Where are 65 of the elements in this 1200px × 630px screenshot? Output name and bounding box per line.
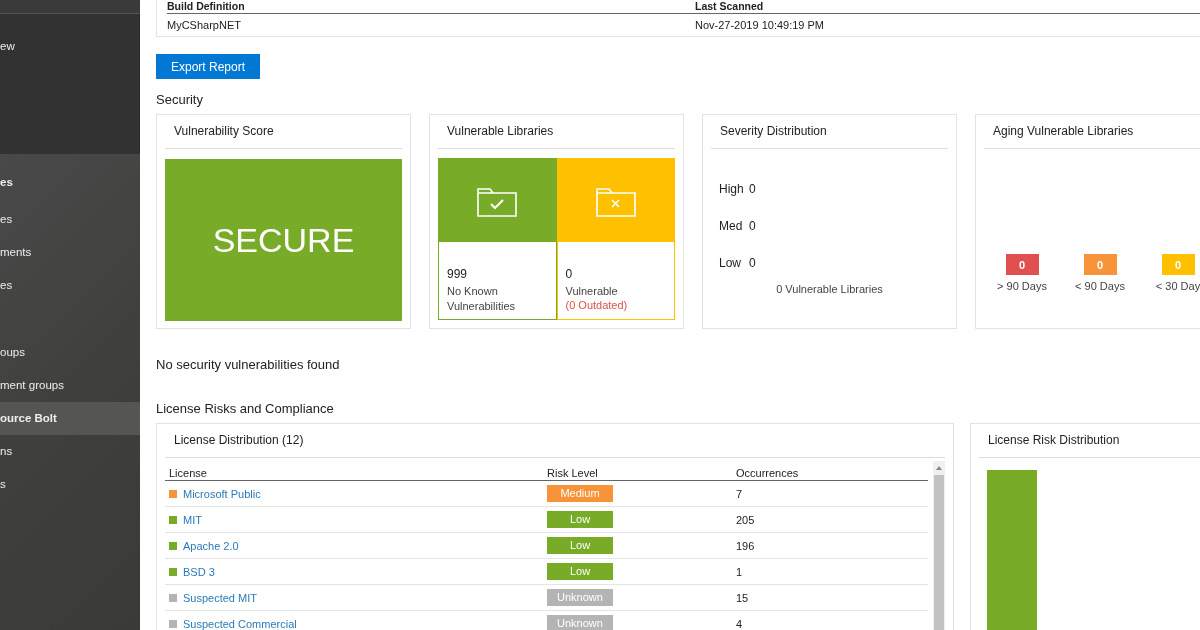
table-cell-text: MyCSharpNET [167, 19, 242, 31]
library-count: 999 [447, 267, 469, 281]
column-header: Last Scanned [695, 0, 765, 12]
scroll-up-icon[interactable] [935, 465, 943, 471]
outdated-note: (0 Outdated) [565, 299, 629, 311]
table-cell-text: Nov-27-2019 10:49:19 PM [695, 19, 826, 31]
table-cell-text: 1 [736, 565, 744, 578]
license-link[interactable]: Apache 2.0 [183, 539, 239, 552]
risk-level: Low [547, 563, 613, 580]
license-link[interactable]: MIT [183, 513, 202, 526]
risk-level: Low [547, 511, 613, 528]
library-count: 0 [565, 267, 574, 281]
age-label: > 90 Days [997, 280, 1047, 292]
sidebar-item[interactable]: ments [0, 236, 140, 269]
table-cell-text: 7 [736, 487, 744, 500]
export-report-button[interactable]: Export Report [156, 54, 261, 79]
sidebar-item[interactable]: es [0, 203, 140, 236]
age-label: < 90 Days [1075, 280, 1125, 292]
sidebar-item[interactable]: es [0, 166, 140, 203]
card-title: Severity Distribution [711, 115, 948, 149]
risk-level: Medium [547, 485, 613, 502]
table-cell-text: 15 [736, 591, 750, 604]
risk-level: Low [547, 537, 613, 554]
severity-label: High [719, 181, 745, 198]
column-header: Build Definition [167, 0, 246, 12]
age-count-badge: 0 [1083, 254, 1117, 275]
library-label: No Known Vulnerabilities [447, 284, 517, 314]
age-count-badge: 0 [1005, 254, 1039, 275]
severity-count: 0 [749, 182, 756, 196]
age-count-badge: 0 [1161, 254, 1195, 275]
sidebar-item[interactable]: es [0, 269, 140, 302]
license-link[interactable]: Suspected Commercial [183, 617, 297, 630]
license-link[interactable]: Microsoft Public [183, 487, 261, 500]
table-cell-text: 205 [736, 513, 756, 526]
age-label: < 30 Day [1155, 280, 1200, 292]
column-header: License [168, 467, 208, 479]
card-title: Aging Vulnerable Libraries [984, 115, 1200, 149]
card-title: Vulnerability Score [165, 115, 402, 149]
severity-label: Med [719, 218, 744, 235]
card-title: License Distribution (12) [165, 424, 945, 458]
security-message: No security vulnerabilities found [156, 357, 341, 372]
card-title: Vulnerable Libraries [438, 115, 675, 149]
risk-level: Unknown [547, 589, 613, 606]
license-link[interactable]: BSD 3 [183, 565, 215, 578]
card-title: License Risk Distribution [979, 424, 1200, 458]
sidebar-item[interactable]: ource Bolt [0, 402, 140, 435]
sidebar-item[interactable]: ment groups [0, 369, 140, 402]
table-cell-text: 196 [736, 539, 756, 552]
sidebar-item[interactable]: ns [0, 435, 140, 468]
sidebar-item[interactable]: oups [0, 336, 140, 369]
severity-count: 0 [749, 219, 756, 233]
score-status: SECURE [165, 159, 402, 321]
license-link[interactable]: Suspected MIT [183, 591, 257, 604]
vulnerable-total: 0 Vulnerable Libraries [775, 283, 884, 295]
column-header: Occurrences [736, 467, 800, 479]
scrollbar[interactable] [933, 461, 945, 630]
severity-label: Low [719, 255, 742, 272]
section-title: Security [156, 92, 204, 107]
sidebar-item[interactable]: s [0, 468, 140, 501]
section-title: License Risks and Compliance [156, 401, 335, 416]
severity-count: 0 [749, 256, 756, 270]
library-label: Vulnerable [565, 284, 619, 299]
table-cell-text: 4 [736, 617, 744, 630]
risk-level: Unknown [547, 615, 613, 630]
column-header: Risk Level [547, 467, 599, 479]
